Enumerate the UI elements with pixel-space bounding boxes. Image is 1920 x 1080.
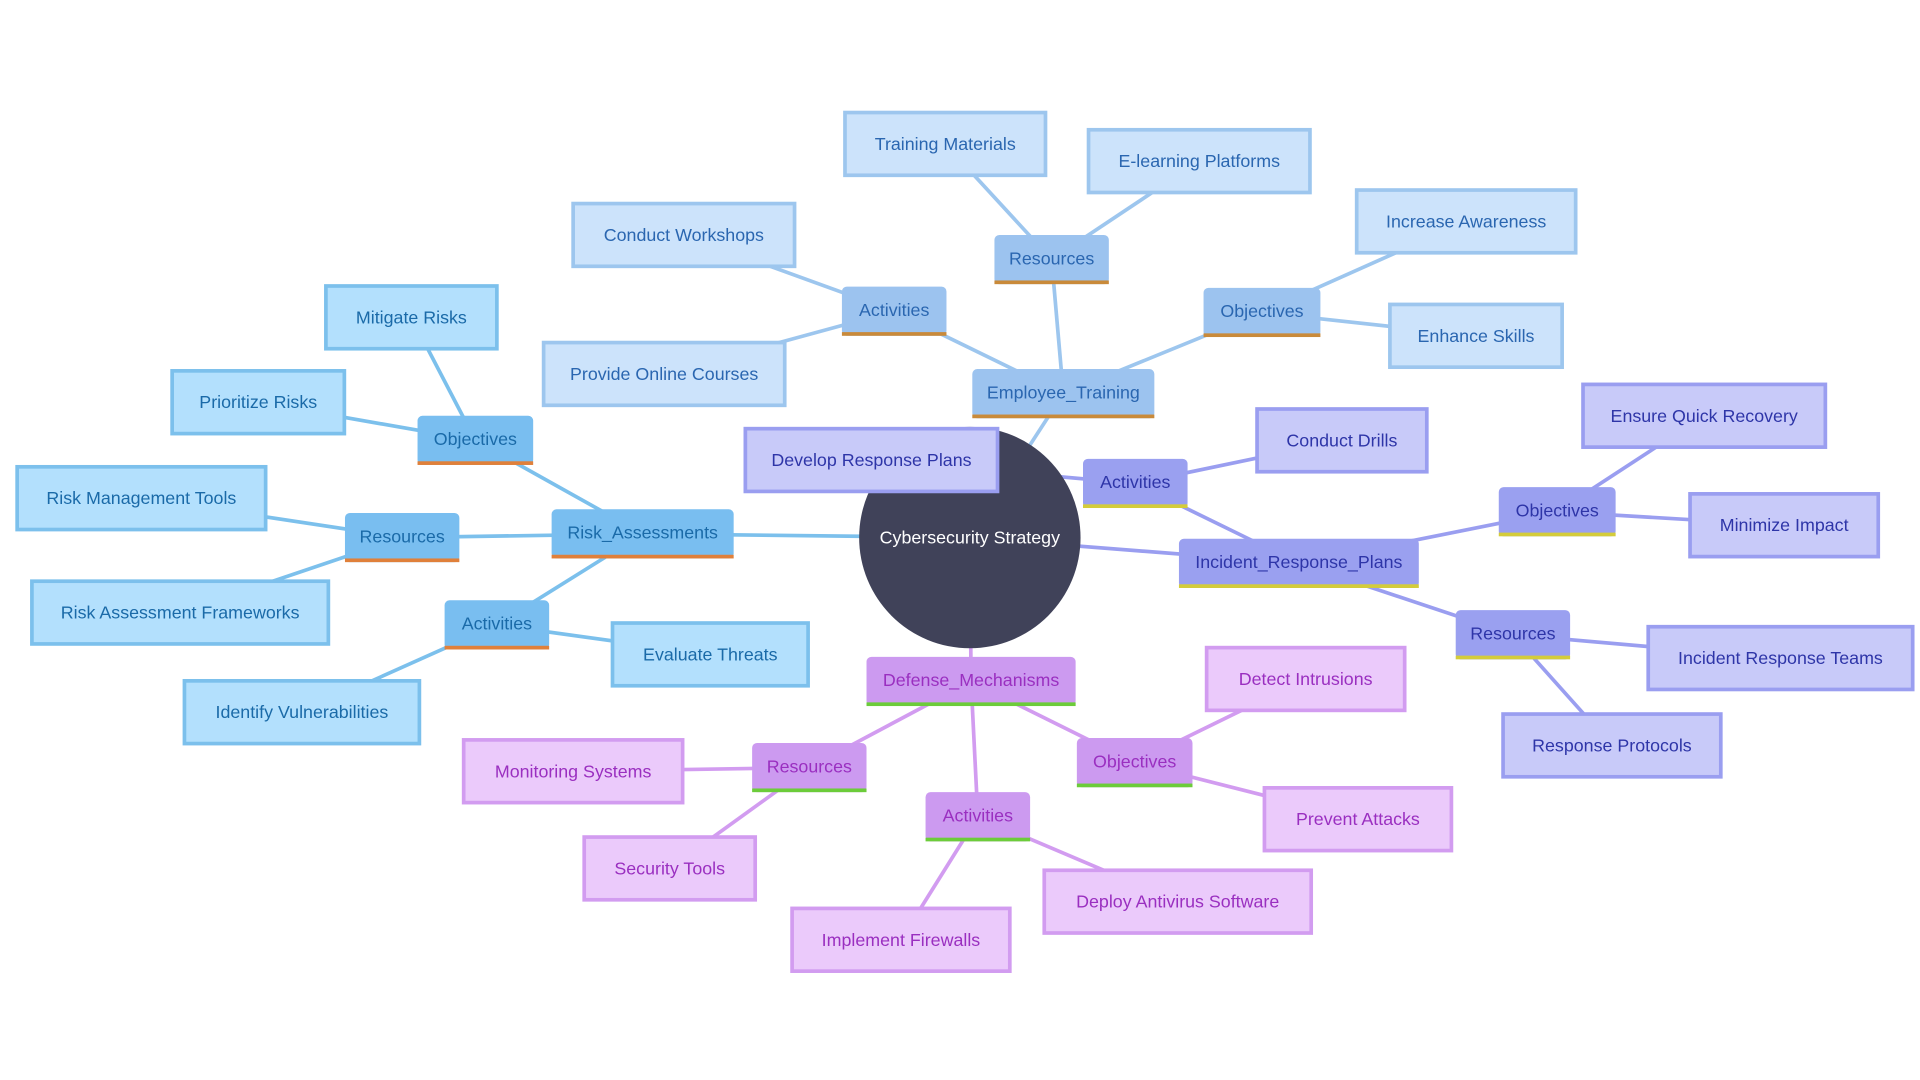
leaf-node-training-materials-label: Training Materials xyxy=(875,134,1016,154)
mindmap-canvas: Cybersecurity Strategy Risk_Assessments Ob… xyxy=(15,110,1915,973)
branch-node-training[interactable]: Employee_Training xyxy=(972,369,1155,419)
leaf-node-incident-response-teams-label: Incident Response Teams xyxy=(1678,648,1883,668)
group-node-risk-objectives[interactable]: Objectives xyxy=(417,415,534,465)
branch-node-defense-underline xyxy=(866,702,1076,707)
leaf-node-provide-online-courses-label: Provide Online Courses xyxy=(570,364,758,384)
leaf-node-risk-management-tools-label: Risk Management Tools xyxy=(46,488,236,508)
group-node-risk-objectives-label: Objectives xyxy=(434,429,517,449)
leaf-node-detect-intrusions-label: Detect Intrusions xyxy=(1239,669,1373,689)
group-node-training-activities-underline xyxy=(841,332,947,336)
leaf-node-risk-assessment-frameworks[interactable]: Risk Assessment Frameworks xyxy=(30,579,331,646)
branch-node-training-underline xyxy=(972,414,1155,419)
group-node-risk-resources[interactable]: Resources xyxy=(344,512,460,563)
nodes-layer: Cybersecurity Strategy Risk_Assessments Ob… xyxy=(15,110,1915,973)
group-node-defense-resources-label: Resources xyxy=(767,756,852,776)
group-node-risk-resources-underline xyxy=(344,558,460,563)
leaf-node-ensure-quick-recovery-label: Ensure Quick Recovery xyxy=(1611,406,1798,426)
group-node-defense-activities[interactable]: Activities xyxy=(925,792,1031,842)
group-node-training-objectives-label: Objectives xyxy=(1220,301,1303,321)
group-node-defense-objectives[interactable]: Objectives xyxy=(1076,738,1193,788)
group-node-training-activities[interactable]: Activities xyxy=(841,286,947,336)
leaf-node-implement-firewalls-label: Implement Firewalls xyxy=(822,930,981,950)
leaf-node-response-protocols-label: Response Protocols xyxy=(1532,735,1692,755)
group-node-incident-activities-underline xyxy=(1083,504,1188,509)
leaf-node-monitoring-systems-label: Monitoring Systems xyxy=(495,761,652,781)
leaf-node-provide-online-courses[interactable]: Provide Online Courses xyxy=(541,340,787,408)
group-node-training-resources-label: Resources xyxy=(1009,248,1094,268)
root-label: Cybersecurity Strategy xyxy=(880,528,1060,548)
leaf-node-prioritize-risks-label: Prioritize Risks xyxy=(199,392,317,412)
branch-node-defense-label: Defense_Mechanisms xyxy=(883,670,1059,691)
group-node-training-objectives-underline xyxy=(1203,333,1321,338)
group-node-incident-resources[interactable]: Resources xyxy=(1455,610,1571,660)
branch-node-risk-label: Risk_Assessments xyxy=(567,523,718,544)
leaf-node-develop-response-plans-label: Develop Response Plans xyxy=(771,450,971,470)
leaf-node-minimize-impact-label: Minimize Impact xyxy=(1720,515,1849,535)
group-node-risk-resources-label: Resources xyxy=(360,526,445,546)
group-node-defense-objectives-label: Objectives xyxy=(1093,751,1176,771)
group-node-defense-activities-underline xyxy=(925,837,1031,842)
group-node-incident-objectives[interactable]: Objectives xyxy=(1498,487,1616,537)
leaf-node-enhance-skills-label: Enhance Skills xyxy=(1418,326,1535,346)
leaf-node-risk-assessment-frameworks-label: Risk Assessment Frameworks xyxy=(61,603,300,623)
group-node-incident-resources-underline xyxy=(1455,655,1571,660)
group-node-risk-activities[interactable]: Activities xyxy=(444,600,550,650)
leaf-node-security-tools-label: Security Tools xyxy=(614,858,725,878)
group-node-defense-resources-underline xyxy=(752,788,867,793)
leaf-node-mitigate-risks-label: Mitigate Risks xyxy=(356,307,467,327)
leaf-node-risk-management-tools[interactable]: Risk Management Tools xyxy=(15,464,268,532)
group-node-incident-objectives-underline xyxy=(1498,532,1616,537)
branch-node-risk[interactable]: Risk_Assessments xyxy=(551,509,734,559)
leaf-node-conduct-workshops[interactable]: Conduct Workshops xyxy=(571,201,797,269)
leaf-node-security-tools[interactable]: Security Tools xyxy=(582,835,758,902)
group-node-training-resources-underline xyxy=(994,280,1109,285)
group-node-defense-objectives-underline xyxy=(1076,783,1193,788)
leaf-node-response-protocols[interactable]: Response Protocols xyxy=(1501,712,1723,779)
leaf-node-evaluate-threats-label: Evaluate Threats xyxy=(643,644,778,664)
leaf-node-develop-response-plans[interactable]: Develop Response Plans xyxy=(743,426,1000,494)
leaf-node-detect-intrusions[interactable]: Detect Intrusions xyxy=(1204,645,1407,713)
leaf-node-implement-firewalls[interactable]: Implement Firewalls xyxy=(790,906,1012,973)
leaf-node-incident-response-teams[interactable]: Incident Response Teams xyxy=(1646,624,1915,692)
leaf-node-enhance-skills[interactable]: Enhance Skills xyxy=(1388,302,1564,370)
group-node-incident-activities-label: Activities xyxy=(1100,472,1170,492)
leaf-node-identify-vulnerabilities[interactable]: Identify Vulnerabilities xyxy=(182,678,422,746)
group-node-training-objectives[interactable]: Objectives xyxy=(1203,287,1321,338)
leaf-node-minimize-impact[interactable]: Minimize Impact xyxy=(1688,492,1881,559)
group-node-incident-activities[interactable]: Activities xyxy=(1083,458,1188,509)
leaf-node-mitigate-risks[interactable]: Mitigate Risks xyxy=(324,284,499,351)
branch-node-incident[interactable]: Incident_Response_Plans xyxy=(1178,538,1419,588)
leaf-node-evaluate-threats[interactable]: Evaluate Threats xyxy=(610,621,810,688)
leaf-node-prioritize-risks[interactable]: Prioritize Risks xyxy=(170,369,347,436)
group-node-risk-objectives-underline xyxy=(417,461,534,465)
branch-node-risk-underline xyxy=(551,554,734,559)
group-node-incident-objectives-label: Objectives xyxy=(1516,500,1599,520)
branch-node-incident-label: Incident_Response_Plans xyxy=(1195,552,1402,573)
group-node-defense-resources[interactable]: Resources xyxy=(752,742,867,793)
leaf-node-prevent-attacks-label: Prevent Attacks xyxy=(1296,809,1420,829)
leaf-node-deploy-antivirus-software[interactable]: Deploy Antivirus Software xyxy=(1042,868,1314,935)
group-node-training-resources[interactable]: Resources xyxy=(994,234,1109,285)
group-node-training-activities-label: Activities xyxy=(859,300,929,320)
leaf-node-e-learning-platforms-label: E-learning Platforms xyxy=(1118,151,1280,171)
leaf-node-conduct-workshops-label: Conduct Workshops xyxy=(604,225,764,245)
branch-node-incident-underline xyxy=(1178,584,1419,588)
group-node-incident-resources-label: Resources xyxy=(1470,623,1555,643)
group-node-defense-activities-label: Activities xyxy=(943,806,1013,826)
leaf-node-conduct-drills[interactable]: Conduct Drills xyxy=(1255,407,1429,474)
leaf-node-increase-awareness[interactable]: Increase Awareness xyxy=(1354,188,1578,255)
leaf-node-monitoring-systems[interactable]: Monitoring Systems xyxy=(461,738,685,805)
branch-node-defense[interactable]: Defense_Mechanisms xyxy=(866,656,1076,707)
leaf-node-deploy-antivirus-software-label: Deploy Antivirus Software xyxy=(1076,892,1279,912)
leaf-node-conduct-drills-label: Conduct Drills xyxy=(1286,430,1397,450)
branch-node-training-label: Employee_Training xyxy=(987,382,1140,403)
leaf-node-prevent-attacks[interactable]: Prevent Attacks xyxy=(1262,786,1454,853)
group-node-risk-activities-label: Activities xyxy=(462,614,532,634)
leaf-node-increase-awareness-label: Increase Awareness xyxy=(1386,211,1546,231)
leaf-node-training-materials[interactable]: Training Materials xyxy=(843,110,1048,178)
leaf-node-e-learning-platforms[interactable]: E-learning Platforms xyxy=(1086,127,1312,195)
leaf-node-identify-vulnerabilities-label: Identify Vulnerabilities xyxy=(216,702,389,722)
leaf-node-ensure-quick-recovery[interactable]: Ensure Quick Recovery xyxy=(1581,382,1828,449)
group-node-risk-activities-underline xyxy=(444,645,550,650)
